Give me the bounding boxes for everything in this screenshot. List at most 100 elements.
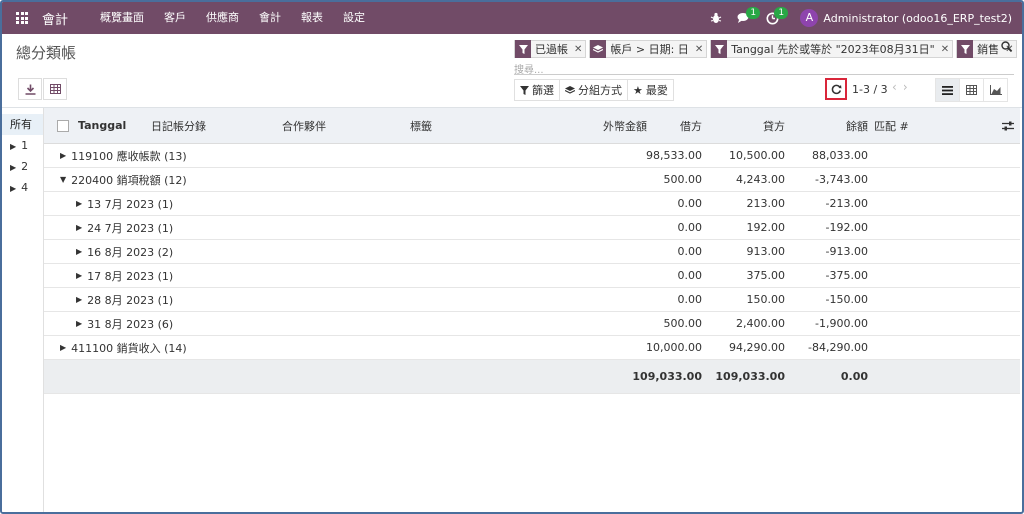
group-label[interactable]: ▶ 31 8月 2023 (6) (76, 312, 173, 335)
col-date[interactable]: Tanggal (78, 108, 126, 143)
search-bar: 已過帳 ✕ 帳戶 > 日期: 日 ✕ Tanggal 先於或等於 "2023年0… (514, 39, 1018, 76)
group-row[interactable]: ▶ 119100 應收帳款 (13) 98,533.00 10,500.00 88,03… (44, 144, 1020, 168)
menu-customers[interactable]: 客戶 (154, 2, 196, 34)
group-debit: 0.00 (677, 269, 703, 282)
graph-view-button[interactable] (983, 78, 1008, 102)
apps-grid-icon (16, 12, 28, 24)
facet-date: Tanggal 先於或等於 "2023年08月31日" ✕ (710, 40, 954, 58)
group-balance: -192.00 (825, 221, 868, 234)
ledger-table: Tanggal 日記帳分錄 合作夥伴 標籤 外幣金額 借方 貸方 餘額 匹配 #… (44, 108, 1020, 394)
navbar-systray: 1 1 A Administrator (odoo16_ERP_test2) (702, 2, 1022, 34)
col-label[interactable]: 標籤 (410, 108, 432, 143)
group-credit: 4,243.00 (736, 173, 785, 186)
top-navbar: 會計 概覽畫面 客戶 供應商 會計 報表 設定 1 1 A Administra… (2, 2, 1022, 34)
group-label[interactable]: ▶ 24 7月 2023 (1) (76, 216, 173, 239)
download-button[interactable] (18, 78, 42, 100)
group-row[interactable]: ▶ 24 7月 2023 (1) 0.00 192.00 -192.00 (44, 216, 1020, 240)
total-credit: 109,033.00 (715, 370, 785, 383)
group-row[interactable]: ▶ 16 8月 2023 (2) 0.00 913.00 -913.00 (44, 240, 1020, 264)
caret-right-icon: ▶ (60, 151, 67, 160)
group-row[interactable]: ▶ 411100 銷貨收入 (14) 10,000.00 94,290.00 -84,2… (44, 336, 1020, 360)
group-row[interactable]: ▶ 17 8月 2023 (1) 0.00 375.00 -375.00 (44, 264, 1020, 288)
search-icon[interactable] (1001, 41, 1013, 55)
user-avatar[interactable]: A (800, 9, 819, 27)
reload-button[interactable] (825, 78, 847, 100)
col-debit[interactable]: 借方 (619, 108, 702, 143)
facet-remove-icon[interactable]: ✕ (938, 44, 952, 55)
facet-remove-icon[interactable]: ✕ (692, 44, 706, 55)
spreadsheet-button[interactable] (43, 78, 67, 100)
activities-button[interactable]: 1 (758, 2, 789, 34)
pager-navigation: ‹› (892, 80, 914, 94)
group-label[interactable]: ▶ 17 8月 2023 (1) (76, 264, 173, 287)
layers-icon (590, 40, 607, 58)
menu-overview[interactable]: 概覽畫面 (90, 2, 154, 34)
group-row[interactable]: ▶ 28 8月 2023 (1) 0.00 150.00 -150.00 (44, 288, 1020, 312)
grid-icon (966, 85, 977, 95)
main-menu: 概覽畫面 客戶 供應商 會計 報表 設定 (90, 2, 375, 34)
group-debit: 500.00 (663, 173, 703, 186)
group-balance: -375.00 (825, 269, 868, 282)
group-by-dropdown[interactable]: 分組方式 (560, 80, 628, 100)
col-matching[interactable]: 匹配 # (874, 108, 909, 143)
chevron-right-icon[interactable]: › (903, 80, 914, 94)
facet-list: 已過帳 ✕ 帳戶 > 日期: 日 ✕ Tanggal 先於或等於 "2023年0… (514, 39, 1018, 59)
group-row[interactable]: ▶ 31 8月 2023 (6) 500.00 2,400.00 -1,900.00 (44, 312, 1020, 336)
col-balance[interactable]: 餘額 (786, 108, 868, 143)
totals-row: 109,033.00 109,033.00 0.00 (44, 360, 1020, 394)
group-row[interactable]: ▼ 220400 銷項稅額 (12) 500.00 4,243.00 -3,743.00 (44, 168, 1020, 192)
caret-right-icon: ▶ (10, 142, 17, 151)
group-debit: 0.00 (677, 245, 703, 258)
download-icon (25, 84, 35, 95)
group-label[interactable]: ▶ 411100 銷貨收入 (14) (60, 336, 187, 359)
apps-menu-button[interactable] (2, 2, 42, 34)
group-debit: 98,533.00 (646, 149, 702, 162)
group-balance: -150.00 (825, 293, 868, 306)
pager-value[interactable]: 1-3 / 3 (852, 83, 888, 96)
group-credit: 213.00 (746, 197, 786, 210)
favorites-dropdown[interactable]: ★ 最愛 (628, 80, 673, 100)
app-window: 會計 概覽畫面 客戶 供應商 會計 報表 設定 1 1 A Administra… (0, 0, 1024, 514)
optional-columns-toggle[interactable] (1002, 108, 1014, 143)
facet-remove-icon[interactable]: ✕ (571, 44, 585, 55)
group-debit: 0.00 (677, 221, 703, 234)
side-item-2[interactable]: ▶ 2 (2, 156, 43, 177)
side-item-all[interactable]: 所有 (2, 114, 43, 135)
group-label[interactable]: ▶ 16 8月 2023 (2) (76, 240, 173, 263)
group-label[interactable]: ▶ 13 7月 2023 (1) (76, 192, 173, 215)
col-credit[interactable]: 貸方 (704, 108, 785, 143)
messages-button[interactable]: 1 (730, 2, 761, 34)
caret-right-icon: ▶ (10, 184, 17, 193)
caret-right-icon: ▶ (76, 295, 83, 304)
user-menu[interactable]: Administrator (odoo16_ERP_test2) (823, 12, 1012, 25)
caret-right-icon: ▶ (76, 319, 83, 328)
debug-button[interactable] (702, 2, 730, 34)
group-credit: 150.00 (746, 293, 786, 306)
activities-badge: 1 (774, 7, 789, 19)
menu-configuration[interactable]: 設定 (333, 2, 375, 34)
pivot-view-button[interactable] (959, 78, 984, 102)
search-input[interactable]: 搜尋... (514, 61, 1014, 76)
group-debit: 500.00 (663, 317, 703, 330)
app-brand[interactable]: 會計 (42, 9, 68, 28)
menu-vendors[interactable]: 供應商 (196, 2, 249, 34)
select-all-checkbox[interactable] (57, 108, 69, 143)
col-partner[interactable]: 合作夥伴 (282, 108, 326, 143)
col-journal-entry[interactable]: 日記帳分錄 (151, 108, 206, 143)
group-balance: -1,900.00 (815, 317, 868, 330)
side-item-1[interactable]: ▶ 1 (2, 135, 43, 156)
group-label[interactable]: ▼ 220400 銷項稅額 (12) (60, 168, 187, 191)
menu-reporting[interactable]: 報表 (291, 2, 333, 34)
group-label[interactable]: ▶ 28 8月 2023 (1) (76, 288, 173, 311)
caret-right-icon: ▶ (10, 163, 17, 172)
side-item-4[interactable]: ▶ 4 (2, 177, 43, 198)
chevron-left-icon[interactable]: ‹ (892, 80, 903, 94)
group-row[interactable]: ▶ 13 7月 2023 (1) 0.00 213.00 -213.00 (44, 192, 1020, 216)
filter-icon (520, 85, 529, 95)
list-view-button[interactable] (935, 78, 960, 102)
group-label[interactable]: ▶ 119100 應收帳款 (13) (60, 144, 187, 167)
filters-dropdown[interactable]: 篩選 (515, 80, 560, 100)
menu-accounting[interactable]: 會計 (249, 2, 291, 34)
group-debit: 0.00 (677, 197, 703, 210)
star-icon: ★ (633, 83, 643, 97)
